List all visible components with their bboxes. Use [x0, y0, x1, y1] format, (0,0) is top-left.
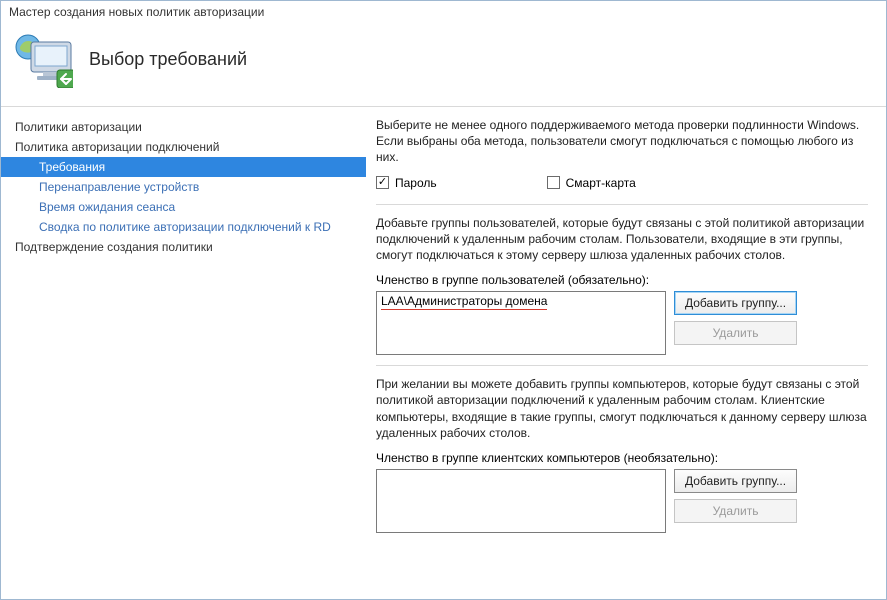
password-checkbox[interactable]: ✓ Пароль	[376, 176, 437, 190]
wizard-nav: Политики авторизации Политика авторизаци…	[1, 107, 366, 599]
auth-method-checks: ✓ Пароль Смарт-карта	[376, 176, 868, 190]
user-group-entry[interactable]: LAA\Администраторы домена	[381, 294, 547, 310]
client-groups-label: Членство в группе клиентских компьютеров…	[376, 451, 868, 465]
user-groups-description: Добавьте группы пользователей, которые б…	[376, 215, 868, 264]
auth-method-description: Выберите не менее одного поддерживаемого…	[376, 117, 868, 166]
checkbox-checked-icon: ✓	[376, 176, 389, 189]
user-groups-label: Членство в группе пользователей (обязате…	[376, 273, 868, 287]
smartcard-checkbox[interactable]: Смарт-карта	[547, 176, 636, 190]
user-groups-section: Добавьте группы пользователей, которые б…	[376, 204, 868, 356]
password-checkbox-label: Пароль	[395, 176, 437, 190]
wizard-window: Мастер создания новых политик авторизаци…	[0, 0, 887, 600]
nav-requirements[interactable]: Требования	[1, 157, 366, 177]
page-title: Выбор требований	[89, 49, 247, 70]
user-groups-listbox[interactable]: LAA\Администраторы домена	[376, 291, 666, 355]
wizard-header: Выбор требований	[1, 21, 886, 107]
nav-session-timeout[interactable]: Время ожидания сеанса	[1, 197, 366, 217]
nav-confirm-creation[interactable]: Подтверждение создания политики	[1, 237, 366, 257]
window-title: Мастер создания новых политик авторизаци…	[1, 1, 886, 21]
add-client-group-button[interactable]: Добавить группу...	[674, 469, 797, 493]
nav-rd-cap-summary[interactable]: Сводка по политике авторизации подключен…	[1, 217, 366, 237]
wizard-content: Выберите не менее одного поддерживаемого…	[366, 107, 886, 599]
client-groups-listbox[interactable]	[376, 469, 666, 533]
smartcard-checkbox-label: Смарт-карта	[566, 176, 636, 190]
remove-client-group-button: Удалить	[674, 499, 797, 523]
wizard-body: Политики авторизации Политика авторизаци…	[1, 107, 886, 599]
nav-device-redirection[interactable]: Перенаправление устройств	[1, 177, 366, 197]
client-groups-section: При желании вы можете добавить группы ко…	[376, 365, 868, 533]
wizard-icon	[13, 32, 73, 88]
checkbox-unchecked-icon	[547, 176, 560, 189]
nav-connection-auth-policy[interactable]: Политика авторизации подключений	[1, 137, 366, 157]
remove-user-group-button: Удалить	[674, 321, 797, 345]
add-user-group-button[interactable]: Добавить группу...	[674, 291, 797, 315]
nav-auth-policies[interactable]: Политики авторизации	[1, 117, 366, 137]
client-groups-description: При желании вы можете добавить группы ко…	[376, 376, 868, 441]
